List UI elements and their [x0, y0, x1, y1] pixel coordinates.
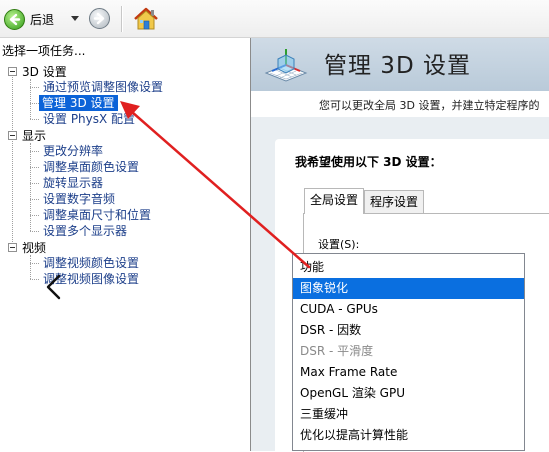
home-button[interactable]	[132, 5, 160, 33]
tree-connector	[30, 143, 31, 231]
list-item[interactable]: CUDA - GPUs	[293, 299, 524, 320]
tree-item-manage-3d-settings[interactable]: 管理 3D 设置	[39, 95, 118, 111]
tree-connector	[30, 119, 39, 120]
tree-connector	[30, 199, 39, 200]
forward-arrow-icon	[89, 8, 110, 29]
back-button[interactable]: 后退	[4, 7, 54, 31]
tree-connector	[30, 263, 39, 264]
home-icon	[134, 7, 158, 30]
tree-connector	[12, 75, 13, 252]
content-panel: 管理 3D 设置 您可以更改全局 3D 设置，并建立特定程序的 我希望使用以下 …	[251, 38, 549, 452]
tree-connector	[30, 279, 39, 280]
tab-global-settings[interactable]: 全局设置	[304, 188, 364, 214]
tree-connector	[30, 151, 39, 152]
list-item[interactable]: Max Frame Rate	[293, 362, 524, 383]
tree-category-label: 显示	[22, 128, 47, 143]
tree-category-display[interactable]: 显示	[8, 127, 46, 143]
settings-label: 设置(S):	[318, 238, 360, 251]
tree-connector	[30, 167, 39, 168]
tab-program-settings[interactable]: 程序设置	[364, 190, 424, 214]
tree-connector	[30, 103, 39, 104]
tree-connector	[30, 231, 39, 232]
tree-category-label: 视频	[22, 240, 47, 255]
tree-item-desktop-size-position[interactable]: 调整桌面尺寸和位置	[41, 207, 153, 223]
tree-item-rotate-display[interactable]: 旋转显示器	[41, 175, 105, 191]
task-tree-panel: 选择一项任务... 3D 设置 通过预览调整图像设置 管理 3D 设置 设置 P…	[0, 38, 251, 451]
page-header: 管理 3D 设置	[251, 38, 549, 92]
tree-item-multiple-displays[interactable]: 设置多个显示器	[41, 223, 129, 239]
tree-category-label: 3D 设置	[22, 64, 67, 79]
collapse-icon[interactable]	[8, 130, 17, 140]
tree-item-video-image[interactable]: 调整视频图像设置	[41, 271, 141, 287]
tree-item-change-resolution[interactable]: 更改分辨率	[41, 143, 105, 159]
list-item[interactable]: 优化以提高计算性能	[293, 425, 524, 446]
toolbar: 后退	[0, 0, 549, 38]
forward-button[interactable]	[89, 8, 110, 29]
task-header: 选择一项任务...	[2, 44, 86, 58]
chevron-down-icon[interactable]	[71, 16, 79, 21]
tree-category-3d-settings[interactable]: 3D 设置	[8, 63, 67, 79]
settings-heading: 我希望使用以下 3D 设置：	[295, 155, 442, 169]
tree-connector	[30, 79, 31, 119]
page-title: 管理 3D 设置	[324, 53, 471, 79]
subtitle-bar: 您可以更改全局 3D 设置，并建立特定程序的	[251, 91, 549, 117]
tree-item-digital-audio[interactable]: 设置数字音频	[41, 191, 117, 207]
tree-item-desktop-color[interactable]: 调整桌面颜色设置	[41, 159, 141, 175]
list-item: DSR - 平滑度	[300, 344, 374, 358]
list-item[interactable]: 图象锐化	[293, 278, 524, 299]
tree-item-adjust-image-preview[interactable]: 通过预览调整图像设置	[41, 79, 165, 95]
tree-connector	[30, 215, 39, 216]
back-arrow-icon	[4, 8, 25, 30]
back-label: 后退	[30, 12, 55, 27]
settings-list[interactable]: 功能 图象锐化 CUDA - GPUs DSR - 因数 DSR - 平滑度 M…	[292, 253, 525, 451]
tree-connector	[30, 87, 39, 88]
tree-connector	[30, 183, 39, 184]
tree-category-video[interactable]: 视频	[8, 239, 46, 255]
tree-item-physx-config[interactable]: 设置 PhysX 配置	[41, 111, 137, 127]
3d-settings-icon	[264, 49, 308, 82]
list-item[interactable]: 三重缓冲	[293, 404, 524, 425]
toolbar-separator	[121, 6, 123, 32]
list-item[interactable]: OpenGL 渲染 GPU	[293, 383, 524, 404]
collapse-icon[interactable]	[8, 242, 17, 252]
tree-connector	[30, 255, 31, 279]
collapse-icon[interactable]	[8, 66, 17, 76]
page-subtitle: 您可以更改全局 3D 设置，并建立特定程序的	[319, 99, 540, 112]
tree-item-video-color[interactable]: 调整视频颜色设置	[41, 255, 141, 271]
list-item[interactable]: DSR - 因数	[293, 320, 524, 341]
list-column-header: 功能	[300, 260, 325, 274]
